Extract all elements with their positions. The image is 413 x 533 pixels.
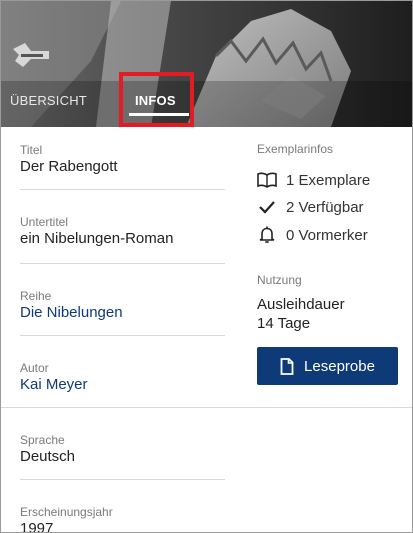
highlight-box xyxy=(119,72,194,127)
field-autor: Autor Kai Meyer xyxy=(20,361,225,394)
field-value: ein Nibelungen-Roman xyxy=(20,230,174,247)
bell-icon xyxy=(259,226,275,243)
verfuegbar-count: 2 Verfügbar xyxy=(286,198,364,216)
tab-bar: ÜBERSICHT INFOS xyxy=(1,81,412,127)
vormerker-row: 0 Vormerker xyxy=(257,224,368,246)
divider xyxy=(20,189,225,190)
section-divider xyxy=(1,407,412,408)
field-label: Autor xyxy=(20,361,49,375)
vormerker-count: 0 Vormerker xyxy=(286,226,368,244)
field-value: Der Rabengott xyxy=(20,158,118,175)
ausleihdauer-label: Ausleihdauer xyxy=(257,296,345,313)
exemplarinfos-heading: Exemplarinfos xyxy=(257,142,334,156)
field-erscheinungsjahr: Erscheinungsjahr 1997 xyxy=(20,505,225,533)
leseprobe-button[interactable]: Leseprobe xyxy=(257,347,398,385)
field-sprache: Sprache Deutsch xyxy=(20,433,225,466)
check-icon xyxy=(259,201,275,214)
field-label: Sprache xyxy=(20,433,65,447)
field-label: Untertitel xyxy=(20,215,69,229)
series-link[interactable]: Die Nibelungen xyxy=(20,303,225,322)
field-label: Erscheinungsjahr xyxy=(20,505,113,519)
book-icon xyxy=(257,172,277,188)
field-untertitel: Untertitel ein Nibelungen-Roman xyxy=(20,215,225,248)
document-icon xyxy=(280,357,294,375)
field-label: Reihe xyxy=(20,289,52,303)
nutzung-heading: Nutzung xyxy=(257,273,302,287)
divider xyxy=(20,263,225,264)
divider xyxy=(20,479,225,480)
ausleihdauer-value: 14 Tage xyxy=(257,315,311,332)
exemplare-row: 1 Exemplare xyxy=(257,169,370,191)
field-value: Deutsch xyxy=(20,448,76,465)
verfuegbar-row: 2 Verfügbar xyxy=(257,196,364,218)
tab-uebersicht[interactable]: ÜBERSICHT xyxy=(10,93,87,108)
field-value: 1997 xyxy=(20,520,54,533)
field-reihe: Reihe Die Nibelungen xyxy=(20,289,225,322)
app-frame: ÜBERSICHT INFOS Titel Der Rabengott Unte… xyxy=(0,0,413,533)
header-image: ÜBERSICHT INFOS xyxy=(1,1,412,127)
field-label: Titel xyxy=(20,143,43,157)
exemplare-count: 1 Exemplare xyxy=(286,171,371,189)
divider xyxy=(20,335,225,336)
field-titel: Titel Der Rabengott xyxy=(20,143,225,176)
leseprobe-label: Leseprobe xyxy=(304,357,375,375)
author-link[interactable]: Kai Meyer xyxy=(20,375,225,394)
